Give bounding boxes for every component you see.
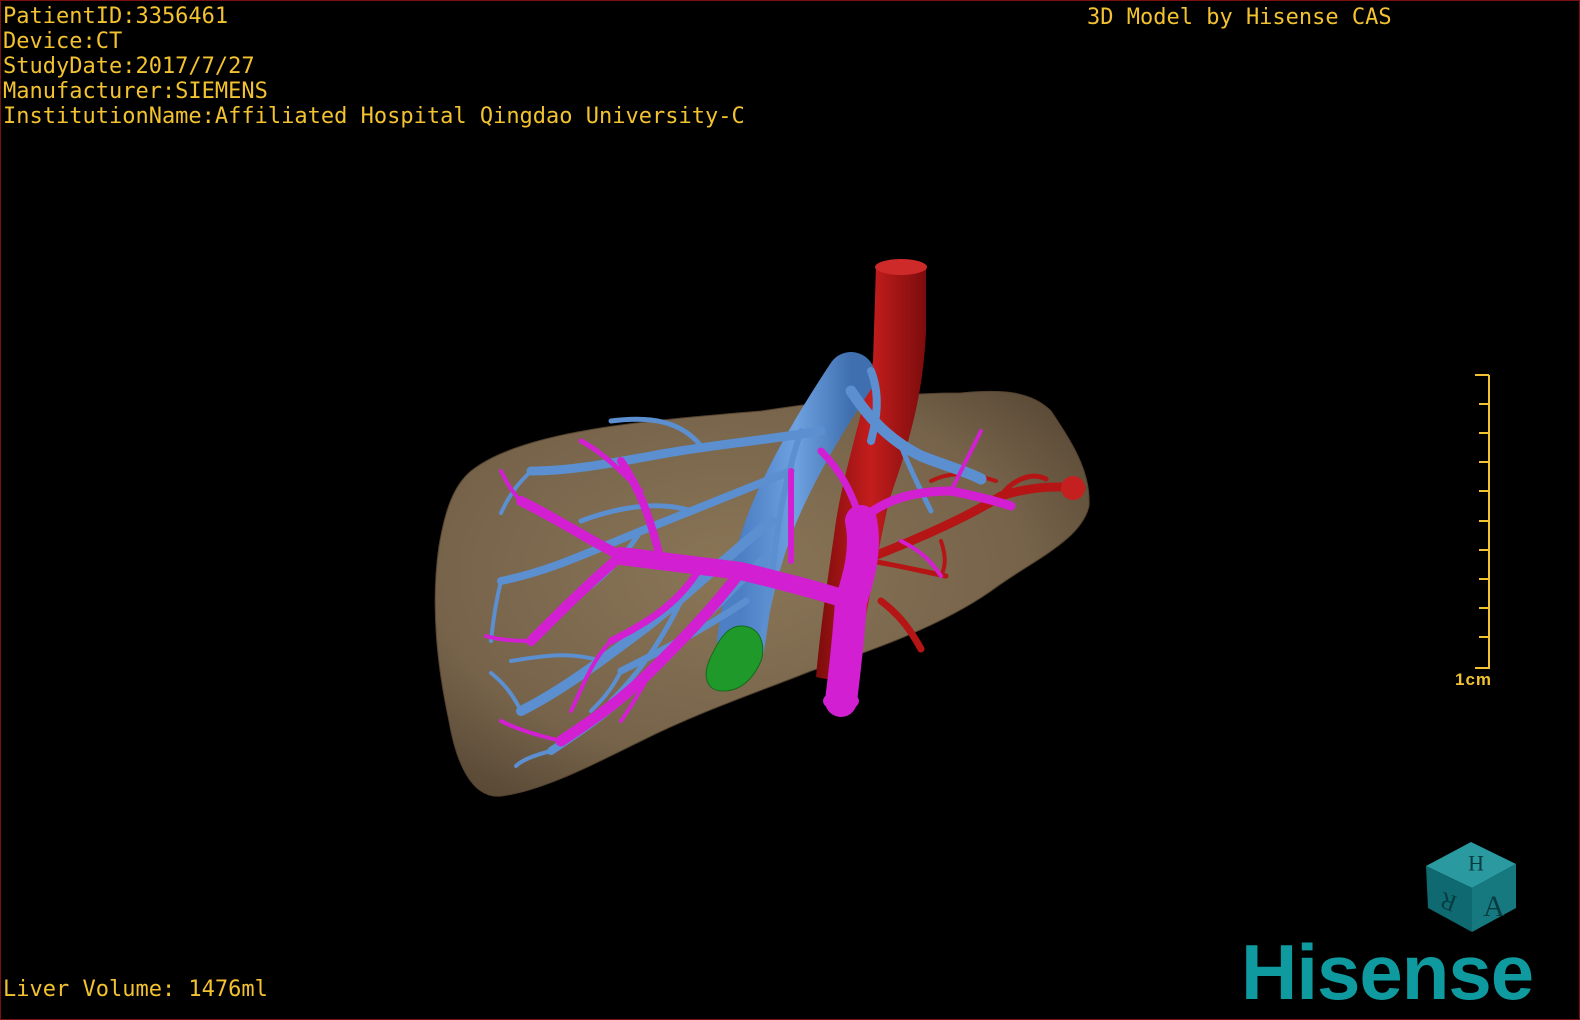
3d-viewport[interactable]: PatientID:3356461 Device:CT StudyDate:20… [0,0,1580,1020]
scale-bar-label: 1cm [1455,670,1493,689]
aorta-top [875,259,927,275]
cube-face-a: A [1483,890,1505,923]
scale-bar-ruler [1475,374,1490,669]
cube-face-h: H [1468,851,1484,876]
portal-trunk-end [823,691,859,711]
liver-3d-model[interactable] [1,1,1579,1019]
hisense-logo: Hisense [1241,928,1534,1016]
orientation-cube[interactable]: H R A [1416,836,1526,936]
liver-volume-text: Liver Volume: 1476ml [3,977,268,1002]
artery-end [1061,476,1085,500]
scale-bar [1475,374,1490,669]
